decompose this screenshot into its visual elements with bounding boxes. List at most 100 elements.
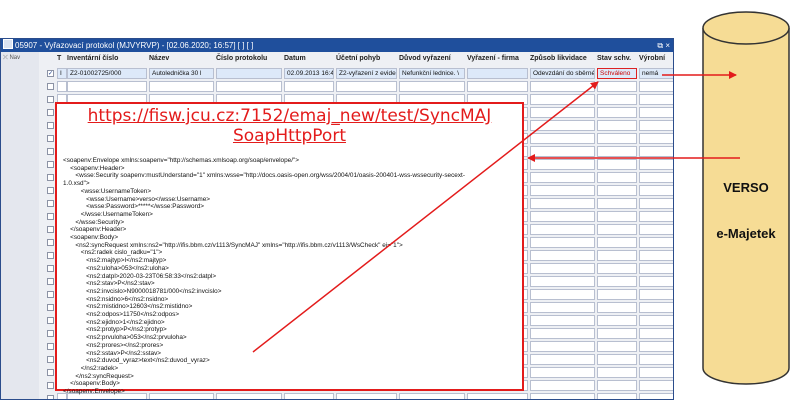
row-checkbox[interactable] [47, 122, 54, 129]
table-cell[interactable] [639, 289, 673, 300]
table-cell[interactable] [530, 81, 595, 92]
table-cell[interactable] [530, 341, 595, 352]
col-header-disposal-method[interactable]: Způsob likvidace [530, 55, 587, 62]
table-cell[interactable] [639, 94, 673, 105]
table-cell[interactable] [597, 172, 637, 183]
table-cell[interactable] [530, 94, 595, 105]
table-cell[interactable] [399, 81, 465, 92]
window-titlebar[interactable]: 05907 - Vyřazovací protokol (MJVYRVP) - … [1, 39, 673, 52]
col-header-approval-status[interactable]: Stav schv. [597, 55, 631, 62]
row-checkbox[interactable] [47, 265, 54, 272]
table-cell[interactable] [639, 146, 673, 157]
cell-disposal-company[interactable] [467, 68, 528, 79]
table-cell[interactable] [597, 120, 637, 131]
table-cell[interactable] [530, 172, 595, 183]
cell-date[interactable]: 02.09.2013 16:4 [284, 68, 334, 79]
table-cell[interactable] [597, 250, 637, 261]
col-header-accounting-movement[interactable]: Účetní pohyb [336, 55, 380, 62]
table-cell[interactable] [597, 81, 637, 92]
table-row[interactable]: ✓ I Z2-01002725/000 Autolednička 30 l 02… [39, 67, 673, 80]
table-cell[interactable] [149, 81, 214, 92]
row-checkbox[interactable] [47, 356, 54, 363]
cell-accounting-movement[interactable]: Z2-vyřazení z eviden [336, 68, 397, 79]
table-cell[interactable] [530, 302, 595, 313]
table-cell[interactable] [467, 81, 528, 92]
cell-inventory-number[interactable]: Z2-01002725/000 [67, 68, 147, 79]
table-cell[interactable] [597, 198, 637, 209]
table-row[interactable] [39, 80, 673, 93]
table-cell[interactable] [216, 81, 282, 92]
table-cell[interactable] [530, 393, 595, 399]
col-header-protocol-number[interactable]: Číslo protokolu [216, 55, 267, 62]
row-checkbox[interactable] [47, 135, 54, 142]
row-checkbox[interactable] [47, 148, 54, 155]
table-cell[interactable] [597, 328, 637, 339]
col-header-reason[interactable]: Důvod vyřazení [399, 55, 451, 62]
table-cell[interactable] [639, 172, 673, 183]
table-cell[interactable] [639, 354, 673, 365]
table-cell[interactable] [530, 250, 595, 261]
endpoint-url-line2[interactable]: SoapHttpPort [57, 126, 522, 146]
table-cell[interactable] [597, 289, 637, 300]
row-checkbox[interactable] [47, 200, 54, 207]
table-cell[interactable] [530, 120, 595, 131]
row-checkbox[interactable] [47, 161, 54, 168]
table-cell[interactable] [597, 133, 637, 144]
col-header-date[interactable]: Datum [284, 55, 306, 62]
nav-button[interactable]: ⤫ Nav [3, 55, 20, 62]
table-cell[interactable] [639, 81, 673, 92]
row-checkbox[interactable] [47, 239, 54, 246]
table-cell[interactable] [639, 133, 673, 144]
table-cell[interactable] [530, 224, 595, 235]
table-cell[interactable] [597, 315, 637, 326]
table-cell[interactable] [639, 185, 673, 196]
row-checkbox[interactable] [47, 174, 54, 181]
cell-protocol-number[interactable] [216, 68, 282, 79]
col-header-inventory-number[interactable]: Inventární číslo [67, 55, 118, 62]
table-cell[interactable] [530, 185, 595, 196]
cell-disposal-method[interactable]: Odevzdání do sběrné [530, 68, 595, 79]
table-cell[interactable] [530, 289, 595, 300]
table-cell[interactable] [639, 250, 673, 261]
table-cell[interactable] [639, 341, 673, 352]
col-header-disposal-company[interactable]: Vyřazení - firma [467, 55, 519, 62]
row-checkbox[interactable] [47, 317, 54, 324]
table-cell[interactable] [597, 367, 637, 378]
table-cell[interactable] [67, 81, 147, 92]
table-cell[interactable] [639, 237, 673, 248]
table-cell[interactable] [530, 237, 595, 248]
row-checkbox[interactable] [47, 83, 54, 90]
table-cell[interactable] [639, 159, 673, 170]
table-cell[interactable] [597, 276, 637, 287]
row-checkbox[interactable] [47, 304, 54, 311]
table-cell[interactable] [597, 159, 637, 170]
table-cell[interactable] [639, 315, 673, 326]
endpoint-url-line1[interactable]: https://fisw.jcu.cz:7152/emaj_new/test/S… [57, 106, 522, 126]
table-cell[interactable] [639, 328, 673, 339]
table-cell[interactable] [530, 133, 595, 144]
table-cell[interactable] [530, 211, 595, 222]
row-checkbox[interactable] [47, 291, 54, 298]
window-controls[interactable]: ⧉ × [657, 39, 670, 52]
row-checkbox[interactable] [47, 382, 54, 389]
table-cell[interactable] [530, 159, 595, 170]
col-header-production[interactable]: Výrobní [639, 55, 665, 62]
row-checkbox[interactable]: ✓ [47, 70, 54, 77]
table-cell[interactable] [639, 380, 673, 391]
table-cell[interactable] [336, 81, 397, 92]
table-cell[interactable] [639, 224, 673, 235]
table-cell[interactable] [530, 263, 595, 274]
row-checkbox[interactable] [47, 226, 54, 233]
table-cell[interactable] [530, 107, 595, 118]
table-cell[interactable] [530, 380, 595, 391]
table-cell[interactable] [597, 211, 637, 222]
table-cell[interactable] [597, 302, 637, 313]
table-cell[interactable] [597, 341, 637, 352]
table-cell[interactable] [530, 198, 595, 209]
col-header-type[interactable]: T [57, 55, 61, 62]
table-cell[interactable] [597, 146, 637, 157]
row-checkbox[interactable] [47, 96, 54, 103]
cell-approval-status[interactable]: Schváleno [597, 68, 637, 79]
table-cell[interactable] [597, 94, 637, 105]
table-cell[interactable] [530, 367, 595, 378]
